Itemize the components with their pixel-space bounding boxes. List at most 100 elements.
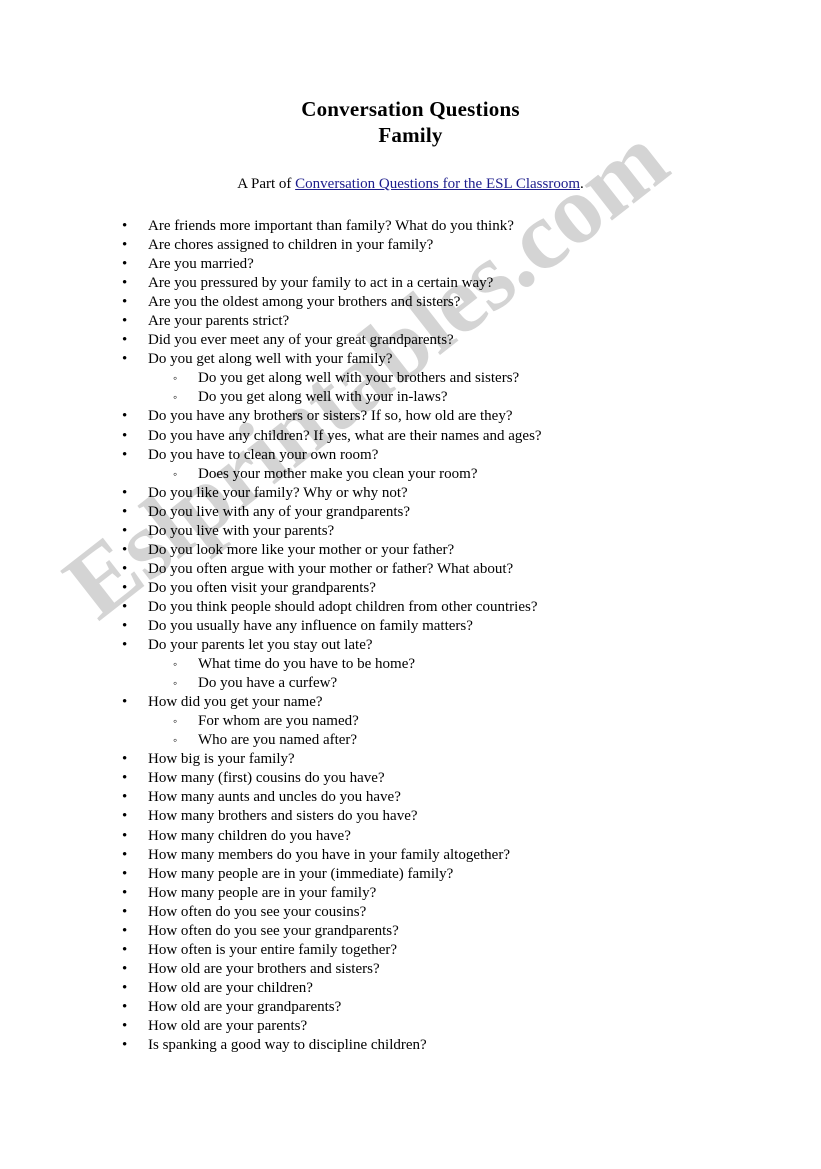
question-text: Are chores assigned to children in your … <box>148 237 434 254</box>
question-text: Do you often argue with your mother or f… <box>148 560 514 577</box>
question-text: Do you have any children? If yes, what a… <box>148 427 542 444</box>
hollow-bullet-icon: ◦ <box>173 733 178 748</box>
page-subtitle: Family <box>378 123 443 147</box>
question-item: • Did you ever meet any of your great gra… <box>0 331 821 350</box>
bullet-icon: • <box>122 979 128 996</box>
question-item: • Do you have any children? If yes, what … <box>0 427 821 446</box>
question-item: • How many people are in your family? <box>0 884 821 903</box>
question-text: Who are you named after? <box>198 732 358 749</box>
question-text: Do your parents let you stay out late? <box>148 637 373 654</box>
question-text: For whom are you named? <box>198 713 359 730</box>
question-item: • How old are your brothers and sisters? <box>0 960 821 979</box>
question-item: • Are you the oldest among your brothers … <box>0 293 821 312</box>
sub-question-item: ◦ Does your mother make you clean your ro… <box>0 465 821 484</box>
question-item: • Do your parents let you stay out late? <box>0 636 821 655</box>
question-item: • Do you live with your parents? <box>0 522 821 541</box>
question-item: • Do you often visit your grandparents? <box>0 579 821 598</box>
question-text: How often is your entire family together… <box>148 941 398 958</box>
bullet-icon: • <box>122 560 128 577</box>
question-text: How many (first) cousins do you have? <box>148 770 385 787</box>
title-block: Conversation Questions Family <box>0 0 821 148</box>
bullet-icon: • <box>122 503 128 520</box>
question-text: Are you married? <box>148 256 254 273</box>
question-text: Do you get along well with your family? <box>148 351 393 368</box>
question-text: Are friends more important than family? … <box>148 218 514 234</box>
question-item: • Do you like your family? Why or why not… <box>0 484 821 503</box>
bullet-icon: • <box>122 960 128 977</box>
question-text: How old are your brothers and sisters? <box>148 960 380 977</box>
question-item: • Do you live with any of your grandparen… <box>0 503 821 522</box>
sub-question-item: ◦ Do you have a curfew? <box>0 674 821 693</box>
bullet-icon: • <box>122 1017 128 1034</box>
bullet-icon: • <box>122 332 128 349</box>
question-list: • Are friends more important than family?… <box>0 217 821 1055</box>
question-text: How old are your grandparents? <box>148 998 342 1015</box>
question-item: • How many (first) cousins do you have? <box>0 769 821 788</box>
question-text: How many children do you have? <box>148 827 351 844</box>
bullet-icon: • <box>122 865 128 882</box>
question-text: Are you the oldest among your brothers a… <box>148 294 461 311</box>
question-item: • Do you look more like your mother or yo… <box>0 541 821 560</box>
bullet-icon: • <box>122 846 128 863</box>
document-content: Conversation Questions Family A Part of … <box>0 0 821 1055</box>
attribution-lead-text: A Part of <box>237 176 296 192</box>
question-text: How often do you see your grandparents? <box>148 922 399 939</box>
question-text: How did you get your name? <box>148 694 323 711</box>
question-text: Do you get along well with your in-laws? <box>198 389 448 406</box>
bullet-icon: • <box>122 922 128 939</box>
bullet-icon: • <box>122 598 128 615</box>
question-item: • How old are your children? <box>0 979 821 998</box>
attribution-line: A Part of Conversation Questions for the… <box>0 175 821 194</box>
question-text: How old are your parents? <box>148 1017 308 1034</box>
question-text: Do you have a curfew? <box>198 675 338 692</box>
bullet-icon: • <box>122 541 128 558</box>
source-link[interactable]: Conversation Questions for the ESL Class… <box>295 176 580 192</box>
question-item: • Do you think people should adopt childr… <box>0 598 821 617</box>
bullet-icon: • <box>122 637 128 654</box>
bullet-icon: • <box>122 351 128 368</box>
question-item: • Do you get along well with your family? <box>0 350 821 369</box>
bullet-icon: • <box>122 617 128 634</box>
question-item: • How old are your parents? <box>0 1017 821 1036</box>
sub-question-item: ◦ Do you get along well with your in-laws… <box>0 388 821 407</box>
question-text: Do you usually have any influence on fam… <box>148 617 473 634</box>
question-item: • How big is your family? <box>0 750 821 769</box>
question-text: Do you often visit your grandparents? <box>148 579 376 596</box>
bullet-icon: • <box>122 1037 128 1054</box>
bullet-icon: • <box>122 941 128 958</box>
sub-question-item: ◦ Who are you named after? <box>0 731 821 750</box>
question-item: • Are you pressured by your family to act… <box>0 274 821 293</box>
question-item: • How often is your entire family togethe… <box>0 941 821 960</box>
question-item: • Do you usually have any influence on fa… <box>0 617 821 636</box>
question-item: • How many children do you have? <box>0 827 821 846</box>
question-item: • Are your parents strict? <box>0 312 821 331</box>
bullet-icon: • <box>122 446 128 463</box>
question-item: • Are you married? <box>0 255 821 274</box>
bullet-icon: • <box>122 998 128 1015</box>
bullet-icon: • <box>122 294 128 311</box>
question-text: How big is your family? <box>148 751 295 768</box>
hollow-bullet-icon: ◦ <box>173 676 178 691</box>
hollow-bullet-icon: ◦ <box>173 714 178 729</box>
page-title: Conversation Questions <box>301 97 520 121</box>
bullet-icon: • <box>122 408 128 425</box>
bullet-icon: • <box>122 484 128 501</box>
question-text: What time do you have to be home? <box>198 656 416 673</box>
question-text: Does your mother make you clean your roo… <box>198 465 478 482</box>
bullet-icon: • <box>122 808 128 825</box>
question-item: • How often do you see your cousins? <box>0 903 821 922</box>
sub-question-item: ◦ What time do you have to be home? <box>0 655 821 674</box>
question-text: How old are your children? <box>148 979 313 996</box>
bullet-icon: • <box>122 903 128 920</box>
question-text: Do you get along well with your brothers… <box>198 370 520 387</box>
question-item: • How many aunts and uncles do you have? <box>0 788 821 807</box>
question-text: How many people are in your family? <box>148 884 377 901</box>
question-text: How many brothers and sisters do you hav… <box>148 808 418 825</box>
question-text: Do you live with your parents? <box>148 522 335 539</box>
bullet-icon: • <box>122 522 128 539</box>
sub-question-item: ◦ For whom are you named? <box>0 712 821 731</box>
question-text: Do you think people should adopt childre… <box>148 598 538 615</box>
question-item: • How old are your grandparents? <box>0 998 821 1017</box>
question-item: • How did you get your name? <box>0 693 821 712</box>
question-item: • Do you have any brothers or sisters? If… <box>0 407 821 426</box>
